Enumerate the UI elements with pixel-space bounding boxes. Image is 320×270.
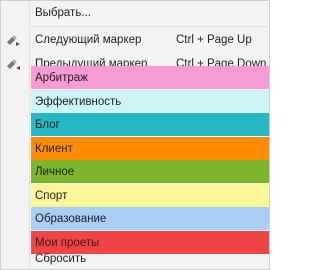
marker-color-item[interactable]: Клиент bbox=[31, 137, 269, 160]
marker-color-item[interactable]: Эффективность bbox=[31, 90, 269, 113]
marker-color-label: Клиент bbox=[35, 143, 73, 155]
marker-color-item[interactable]: Личное bbox=[31, 160, 269, 183]
menu-item-next-marker[interactable]: Следующий маркер Ctrl + Page Up bbox=[1, 28, 269, 52]
marker-color-label: Спорт bbox=[35, 190, 68, 202]
marker-color-item[interactable]: Образование bbox=[31, 207, 269, 230]
menu-item-next-marker-shortcut: Ctrl + Page Up bbox=[176, 34, 252, 46]
menu-item-reset-label: Сбросить bbox=[35, 253, 87, 265]
menu-item-reset[interactable]: Сбросить bbox=[1, 247, 269, 270]
marker-color-item[interactable]: Арбитраж bbox=[31, 66, 269, 89]
marker-color-item[interactable]: Блог bbox=[31, 113, 269, 136]
menu-item-select-label: Выбрать... bbox=[35, 7, 91, 19]
menu-item-select[interactable]: Выбрать... bbox=[1, 1, 269, 25]
marker-prev-icon bbox=[5, 56, 21, 72]
marker-color-label: Эффективность bbox=[35, 96, 122, 108]
marker-color-item[interactable]: Спорт bbox=[31, 184, 269, 207]
marker-context-menu: Выбрать... Следующий маркер Ctrl + Page … bbox=[0, 0, 270, 270]
marker-color-label: Блог bbox=[35, 119, 60, 131]
marker-next-icon bbox=[5, 32, 21, 48]
marker-color-label: Арбитраж bbox=[35, 72, 88, 84]
menu-separator bbox=[31, 26, 267, 27]
marker-color-label: Образование bbox=[35, 213, 107, 225]
marker-color-label: Личное bbox=[35, 166, 75, 178]
menu-item-next-marker-label: Следующий маркер bbox=[35, 34, 142, 46]
